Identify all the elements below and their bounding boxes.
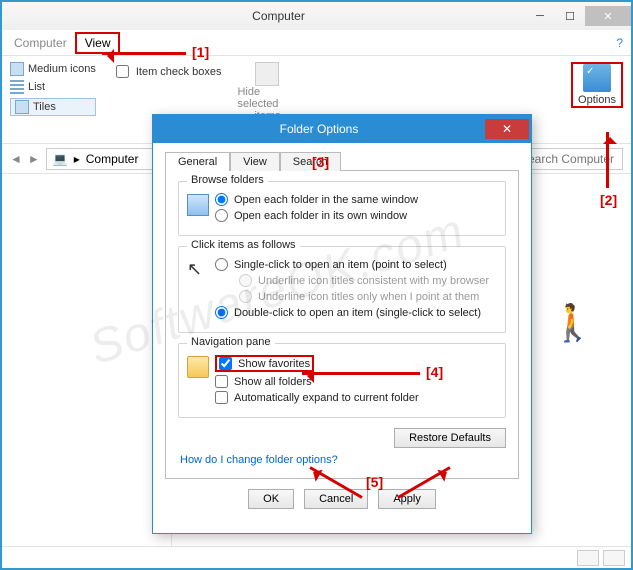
dialog-tabs: General View Search	[165, 151, 519, 170]
ribbon-medium-icons[interactable]: Medium icons	[10, 62, 96, 76]
navigation-pane[interactable]	[2, 174, 172, 546]
ribbon-layout-group: Medium icons List Tiles	[10, 62, 96, 116]
item-checkboxes-checkbox[interactable]	[116, 65, 129, 78]
statusbar-tiles-view[interactable]	[603, 550, 625, 566]
ribbon-options[interactable]: Options	[571, 62, 623, 108]
minimize-button[interactable]: ─	[525, 6, 555, 26]
window-icon	[187, 194, 209, 216]
dialog-titlebar: Folder Options ✕	[153, 115, 531, 143]
computer-icon: 💻	[53, 152, 68, 166]
nav-back-icon[interactable]: ◄	[10, 152, 22, 166]
statusbar-details-view[interactable]	[577, 550, 599, 566]
radio-underline-browser	[239, 274, 252, 287]
help-icon[interactable]: ?	[616, 36, 631, 50]
dialog-title: Folder Options	[153, 122, 485, 136]
options-icon	[583, 64, 611, 92]
folder-options-dialog: Folder Options ✕ General View Search Bro…	[152, 114, 532, 534]
restore-defaults-button[interactable]: Restore Defaults	[394, 428, 506, 448]
statusbar	[2, 546, 631, 568]
list-icon	[10, 80, 24, 94]
tab-panel-general: Browse folders Open each folder in the s…	[165, 170, 519, 479]
menubar: Computer View ?	[2, 30, 631, 56]
cursor-icon	[187, 259, 209, 281]
ribbon-checkboxes-group: Item check boxes	[112, 62, 222, 81]
dialog-button-row: OK Cancel Apply	[165, 479, 519, 513]
ribbon-tiles[interactable]: Tiles	[10, 98, 96, 116]
nav-fwd-icon[interactable]: ►	[28, 152, 40, 166]
ok-button[interactable]: OK	[248, 489, 294, 509]
apply-button[interactable]: Apply	[378, 489, 436, 509]
radio-double-click[interactable]	[215, 306, 228, 319]
browse-folders-group: Browse folders Open each folder in the s…	[178, 181, 506, 236]
radio-same-window[interactable]	[215, 193, 228, 206]
folder-icon	[187, 356, 209, 378]
navigation-pane-group: Navigation pane Show favorites Show all …	[178, 343, 506, 418]
tab-view[interactable]: View	[230, 152, 280, 171]
tab-general[interactable]: General	[165, 152, 230, 171]
close-button[interactable]: ✕	[585, 6, 631, 26]
tab-search[interactable]: Search	[280, 152, 341, 171]
checkbox-auto-expand[interactable]	[215, 391, 228, 404]
ribbon-list[interactable]: List	[10, 80, 96, 94]
radio-own-window[interactable]	[215, 209, 228, 222]
dialog-close-button[interactable]: ✕	[485, 119, 529, 139]
window-titlebar: Computer ─ ☐ ✕	[2, 2, 631, 30]
tiles-icon	[15, 100, 29, 114]
help-link[interactable]: How do I change folder options?	[180, 454, 506, 466]
cancel-button[interactable]: Cancel	[304, 489, 368, 509]
menu-computer[interactable]: Computer	[6, 34, 75, 52]
ribbon-item-checkboxes[interactable]: Item check boxes	[112, 62, 222, 81]
menu-view[interactable]: View	[75, 32, 121, 54]
radio-single-click[interactable]	[215, 258, 228, 271]
hide-selected-icon	[255, 62, 279, 86]
medium-icons-icon	[10, 62, 24, 76]
checkbox-show-favorites[interactable]	[219, 357, 232, 370]
ribbon-hide-selected[interactable]: Hide selected items	[237, 62, 297, 122]
window-title: Computer	[32, 9, 525, 23]
click-items-group: Click items as follows Single-click to o…	[178, 246, 506, 333]
checkbox-show-all-folders[interactable]	[215, 375, 228, 388]
radio-underline-point	[239, 290, 252, 303]
maximize-button[interactable]: ☐	[555, 6, 585, 26]
